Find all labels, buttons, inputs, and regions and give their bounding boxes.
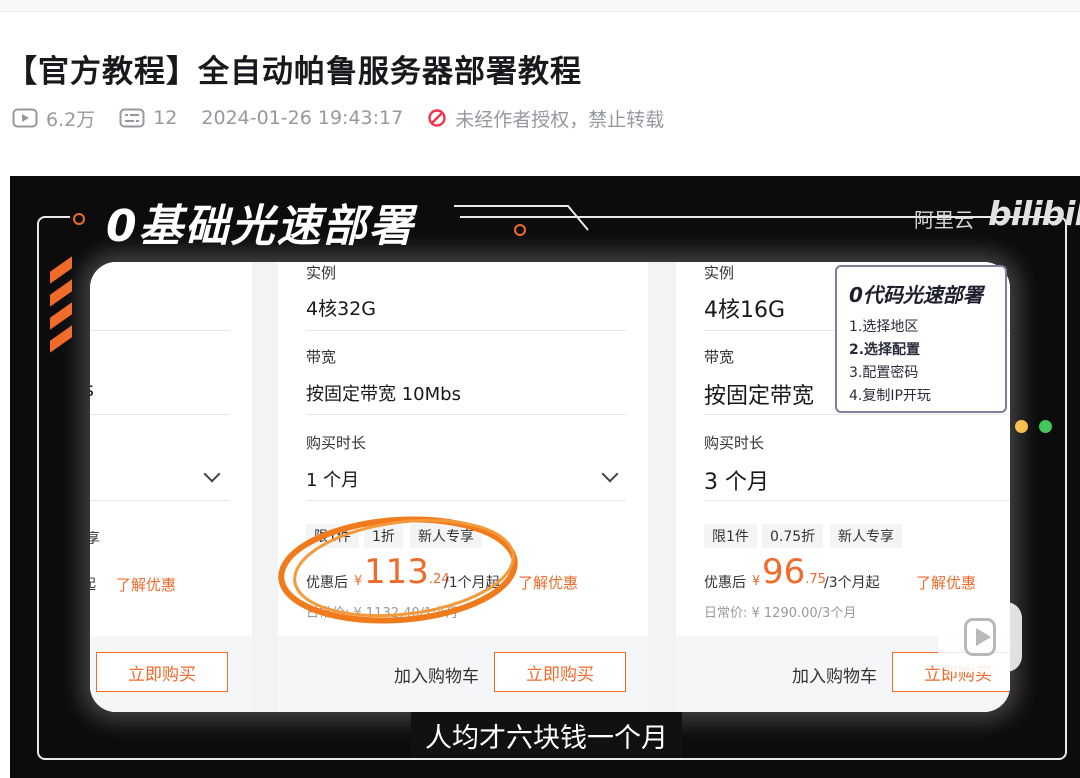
currency-symbol: ¥ [752,574,761,589]
danmaku-count-value: 12 [153,107,178,129]
duration-select[interactable]: 3 个月 [704,464,769,496]
bilibili-logo: bilibili [988,194,1080,233]
card-divider [704,500,1010,501]
no-repost-icon [428,109,446,127]
video-subtitle: 人均才六块钱一个月 [411,712,682,758]
bandwidth-value: s [90,379,94,401]
frame-accent-line [454,205,589,231]
top-bar [0,0,1080,12]
bandwidth-label: 带宽 [704,348,735,366]
bandwidth-label: 带宽 [306,348,337,366]
window-maximize-dot [1039,420,1052,433]
view-count-value: 6.2万 [46,108,96,131]
view-count: 6.2万 [12,105,95,132]
buy-now-button[interactable]: 立即购买 [96,652,228,692]
step-item-active: 2.选择配置 [849,342,921,358]
bandwidth-value: 按固定带宽 10Mbs [306,384,461,405]
danmaku-icon [119,108,145,128]
original-price: 日常价: ¥ 1290.00/3个月 [704,606,857,621]
card-divider [90,414,230,415]
tag-fragment: 享 [90,531,100,547]
steps-panel: 0代码光速部署 1.选择地区 2.选择配置 3.配置密码 4.复制IP开玩 [835,265,1007,413]
play-icon [964,618,996,656]
promo-label: 优惠后 [704,575,746,591]
window-minimize-dot [1015,420,1028,433]
limit-tag: 限1件 [704,524,757,548]
video-title: 【官方教程】全自动帕鲁服务器部署教程 [6,54,582,90]
price-integer: 96 [762,552,806,592]
play-button[interactable] [938,602,1022,672]
chevron-down-icon[interactable] [601,465,619,483]
copyright-notice: 未经作者授权，禁止转载 [427,105,664,132]
learn-discount-link[interactable]: 了解优惠 [916,572,976,593]
card-footer: 加入购物车 立即购买 [278,636,648,712]
card-divider [90,500,230,501]
publish-time: 2024-01-26 19:43:17 [201,107,403,129]
step-item: 3.配置密码 [849,365,919,381]
chevron-down-icon[interactable] [203,465,221,483]
instance-label: 实例 [306,264,337,282]
orange-stripes-decoration [50,256,72,356]
card-divider [90,330,230,331]
step-item: 4.复制IP开玩 [849,388,931,404]
orange-circle-highlight [278,516,518,624]
play-count-icon [12,108,38,128]
new-user-tag: 新人专享 [830,524,902,548]
publish-time-value: 2024-01-26 19:43:17 [201,107,404,129]
duration-label: 购买时长 [704,434,765,452]
promo-price: 96.75 [762,552,826,592]
video-player[interactable]: 0基础光速部署 阿里云 bilibili s 享 起 了解优惠 立即购买 实例 … [10,176,1080,778]
bandwidth-value: 按固定带宽 [704,384,815,409]
frame-node [73,213,85,225]
price-fragment: 起 [90,574,96,594]
learn-discount-link[interactable]: 了解优惠 [116,574,176,595]
danmaku-count: 12 [119,107,177,129]
card-divider [306,500,626,501]
video-meta: 6.2万 12 2024-01-26 19:43:17 未经作者授权，禁止转载 [12,102,688,134]
price-decimal: .75 [805,572,826,587]
buy-now-button[interactable]: 立即购买 [494,652,626,692]
copyright-text: 未经作者授权，禁止转载 [455,108,665,131]
card-divider [306,330,626,331]
instance-label: 实例 [704,264,735,282]
instance-value: 4核32G [306,298,376,320]
card-divider [306,414,626,415]
steps-title: 0代码光速部署 [849,283,983,307]
duration-select[interactable]: 1 个月 [306,466,359,492]
server-card-1: s 享 起 了解优惠 立即购买 [90,262,252,712]
discount-tag: 0.75折 [762,524,824,548]
video-header-text: 0基础光速部署 [106,201,415,252]
brand-name: 阿里云 [914,208,974,232]
server-card-2: 实例 4核32G 带宽 按固定带宽 10Mbs 购买时长 1 个月 限1件 1折… [278,262,648,712]
duration-label: 购买时长 [306,434,367,452]
card-divider [704,414,1010,415]
step-item: 1.选择地区 [849,319,919,335]
instance-value: 4核16G [704,298,786,323]
card-footer: 立即购买 [90,636,252,712]
add-to-cart-link[interactable]: 加入购物车 [394,662,479,687]
price-unit: /3个月起 [824,575,880,591]
add-to-cart-link[interactable]: 加入购物车 [792,662,877,687]
